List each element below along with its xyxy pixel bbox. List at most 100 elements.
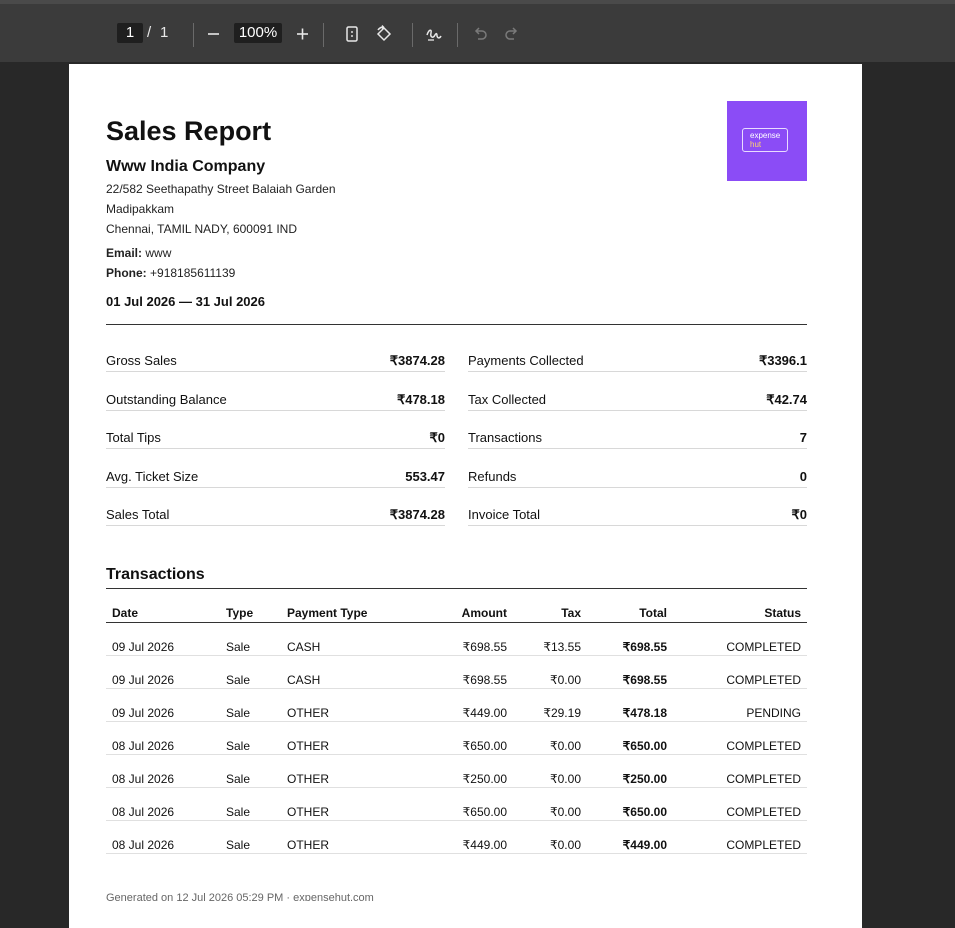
- cell-total: ₹698.55: [622, 673, 667, 687]
- cell-status: COMPLETED: [726, 772, 801, 786]
- document-page: Sales Report Www India Company 22/582 Se…: [69, 64, 862, 928]
- cell-payment-type: OTHER: [287, 739, 329, 753]
- cell-status: PENDING: [746, 706, 801, 720]
- phone-row: Phone: +918185611139: [106, 266, 235, 280]
- cell-tax: ₹0.00: [550, 838, 581, 852]
- phone-value: +918185611139: [150, 266, 236, 280]
- row-divider: [106, 688, 807, 689]
- stat-value: ₹0: [429, 430, 445, 445]
- stat-divider: [468, 486, 807, 488]
- address-line-3: Chennai, TAMIL NADY, 600091 IND: [106, 222, 297, 236]
- phone-label: Phone:: [106, 266, 147, 280]
- stat-divider: [106, 525, 445, 526]
- pdf-toolbar: 1 / 1 100%: [0, 0, 955, 62]
- page-number-input[interactable]: 1: [117, 23, 143, 43]
- cell-total: ₹650.00: [622, 805, 667, 819]
- cell-amount: ₹698.55: [462, 673, 507, 687]
- cell-date: 08 Jul 2026: [112, 772, 175, 786]
- zoom-in-button[interactable]: [292, 23, 314, 45]
- cell-amount: ₹650.00: [462, 805, 507, 819]
- minus-icon: [208, 33, 219, 35]
- stat-divider: [468, 448, 807, 449]
- cell-payment-type: OTHER: [287, 772, 329, 786]
- stat-divider: [468, 525, 807, 526]
- cell-tax: ₹0.00: [550, 739, 581, 753]
- header-divider: [106, 324, 807, 325]
- redo-icon: [505, 27, 518, 40]
- cell-type: Sale: [226, 772, 251, 786]
- column-header-tax: Tax: [561, 606, 581, 620]
- table-header-divider: [106, 622, 807, 623]
- toolbar-divider: [193, 23, 194, 47]
- cell-type: Sale: [226, 673, 251, 687]
- cell-total: ₹698.55: [622, 640, 667, 654]
- cell-amount: ₹698.55: [462, 640, 507, 654]
- cell-date: 09 Jul 2026: [112, 706, 175, 720]
- zoom-out-button[interactable]: [203, 23, 225, 45]
- stat-divider: [468, 409, 807, 411]
- signature-icon: [426, 29, 442, 41]
- cell-tax: ₹13.55: [543, 640, 581, 654]
- fit-page-icon: [346, 26, 358, 42]
- cell-date: 09 Jul 2026: [112, 673, 175, 687]
- stat-divider: [468, 371, 807, 372]
- stat-divider: [106, 409, 445, 411]
- redo-button[interactable]: [501, 23, 523, 45]
- email-value: www: [145, 246, 172, 260]
- column-header-type: Type: [226, 606, 254, 620]
- cell-amount: ₹449.00: [462, 838, 507, 852]
- cell-total: ₹478.18: [622, 706, 667, 720]
- logo-badge: expense hut: [742, 128, 788, 152]
- stat-value: 553.47: [405, 468, 445, 484]
- logo-text-line-1: expense: [750, 131, 781, 140]
- address-line-2: Madipakkam: [106, 202, 175, 216]
- undo-icon: [474, 27, 487, 40]
- email-label: Email:: [106, 246, 143, 260]
- logo-text-line-2: hut: [750, 140, 762, 149]
- cell-type: Sale: [226, 706, 251, 720]
- cell-status: COMPLETED: [726, 739, 801, 753]
- cell-total: ₹250.00: [622, 772, 667, 786]
- stat-divider: [106, 448, 445, 449]
- fit-page-button[interactable]: [341, 23, 363, 45]
- cell-amount: ₹449.00: [462, 706, 507, 720]
- cell-payment-type: OTHER: [287, 838, 329, 852]
- cell-type: Sale: [226, 640, 251, 654]
- zoom-level-input[interactable]: 100%: [234, 23, 282, 43]
- undo-button[interactable]: [469, 23, 491, 45]
- cell-amount: ₹650.00: [462, 739, 507, 753]
- cell-total: ₹650.00: [622, 739, 667, 753]
- annotate-button[interactable]: [423, 23, 445, 45]
- cell-total: ₹449.00: [622, 838, 667, 852]
- cell-date: 08 Jul 2026: [112, 805, 175, 819]
- plus-icon: [297, 28, 308, 40]
- cell-tax: ₹0.00: [550, 673, 581, 687]
- row-divider: [106, 655, 807, 656]
- column-header-date: Date: [112, 606, 139, 620]
- generated-footer: Generated on 12 Jul 2026 05:29 PM · expe…: [106, 892, 374, 901]
- cell-payment-type: CASH: [287, 640, 321, 654]
- cell-status: COMPLETED: [726, 805, 801, 819]
- stat-value: ₹42.74: [766, 391, 807, 407]
- cell-type: Sale: [226, 739, 251, 753]
- stat-value: ₹3874.28: [389, 507, 445, 522]
- row-divider: [106, 853, 807, 854]
- cell-type: Sale: [226, 838, 251, 852]
- column-header-amount: Amount: [461, 606, 507, 620]
- page-separator: /: [147, 24, 152, 41]
- cell-amount: ₹250.00: [462, 772, 507, 786]
- column-header-payment-type: Payment Type: [287, 606, 368, 620]
- stat-value: 7: [799, 430, 807, 445]
- stat-divider: [106, 371, 445, 372]
- transactions-title: Transactions: [106, 566, 205, 583]
- row-divider: [106, 787, 807, 788]
- company-logo: expense hut: [727, 101, 807, 181]
- cell-type: Sale: [226, 805, 251, 819]
- stat-value: ₹3396.1: [758, 353, 807, 368]
- cell-tax: ₹29.19: [543, 706, 581, 720]
- stat-value: ₹0: [791, 507, 807, 522]
- cell-date: 09 Jul 2026: [112, 640, 175, 654]
- row-divider: [106, 754, 807, 755]
- rotate-button[interactable]: [373, 23, 395, 45]
- report-period: 01 Jul 2026 — 31 Jul 2026: [106, 294, 265, 309]
